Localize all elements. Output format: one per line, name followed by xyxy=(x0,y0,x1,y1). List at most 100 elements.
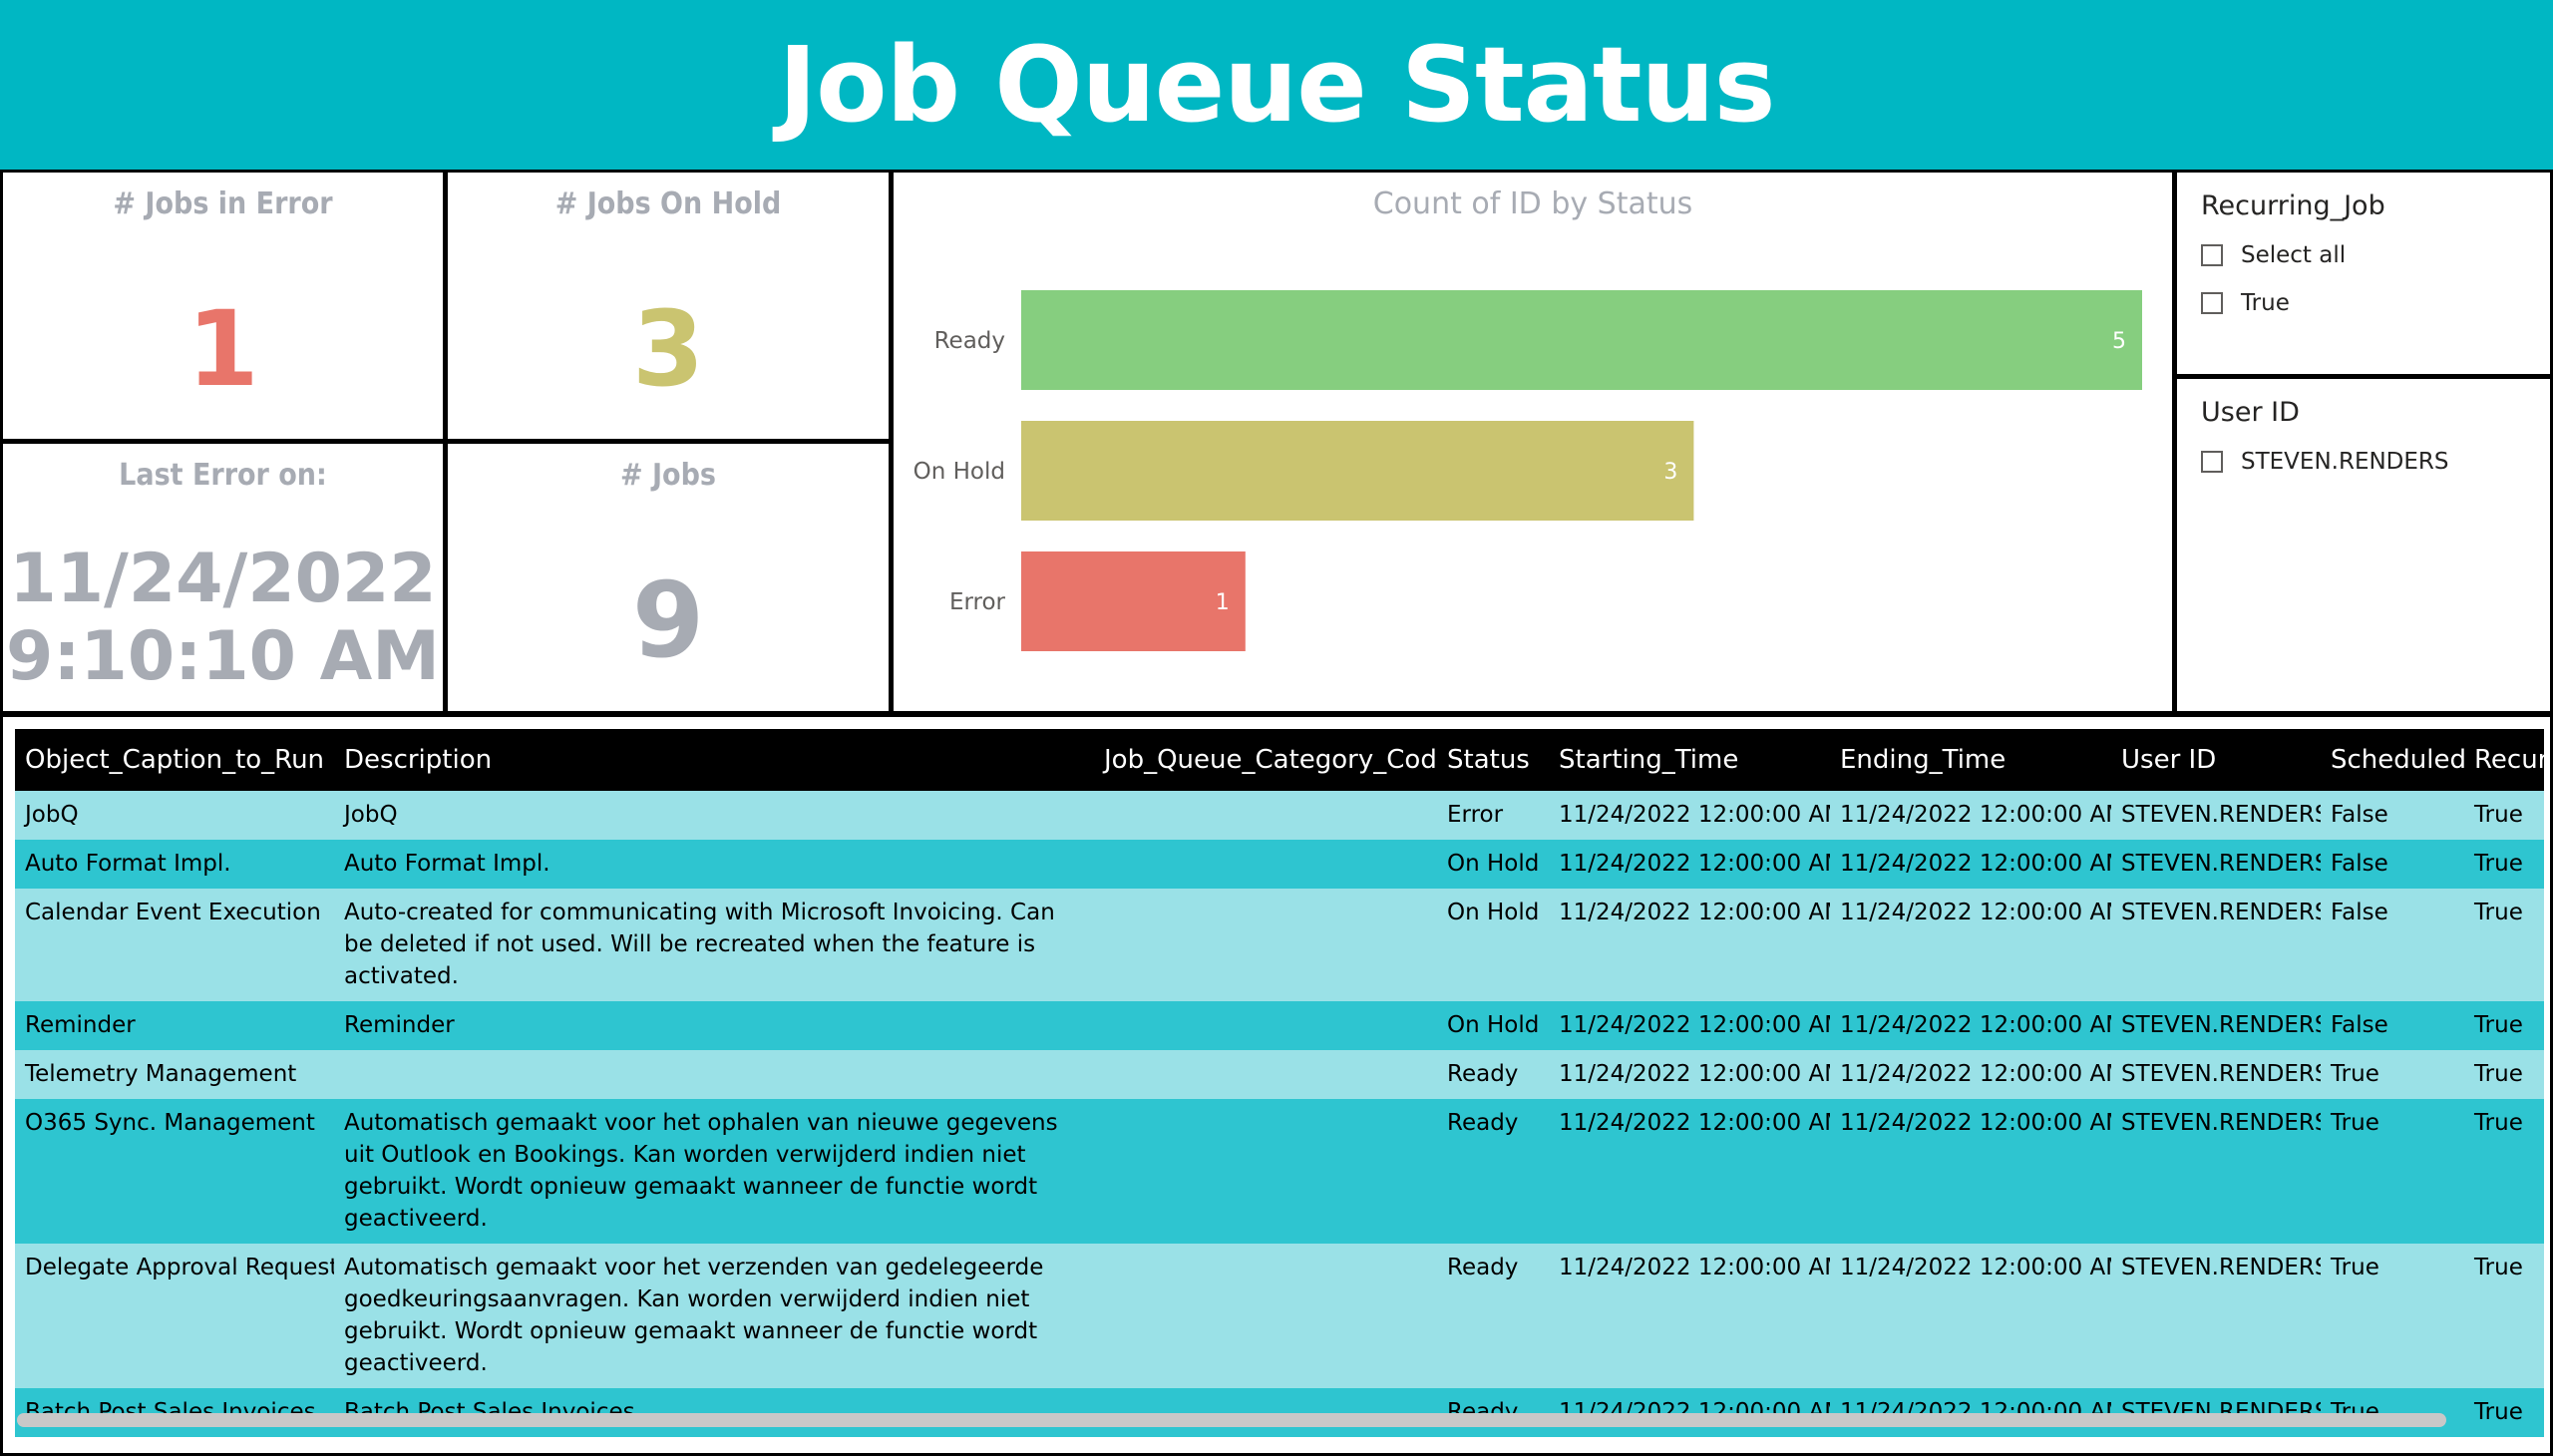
table-cell: True xyxy=(2464,840,2544,889)
table-cell: True xyxy=(2464,1050,2544,1099)
table-cell: True xyxy=(2464,1244,2544,1388)
slicer-option-label: True xyxy=(2241,290,2290,316)
table-cell: False xyxy=(2321,840,2464,889)
table-cell: True xyxy=(2321,1099,2464,1244)
last-error-time: 9:10:10 AM xyxy=(6,617,440,697)
category-label: Error xyxy=(949,589,1006,615)
table-cell: Reminder xyxy=(334,1001,1094,1050)
jobs-total-value: 9 xyxy=(631,559,705,681)
column-header[interactable]: Status xyxy=(1437,729,1549,791)
chart-plot-area: Ready 5 On Hold 3 Error 1 xyxy=(913,290,2142,651)
bar-ready[interactable] xyxy=(1021,290,2142,390)
column-header[interactable]: Ending_Time xyxy=(1830,729,2111,791)
table-cell: Automatisch gemaakt voor het verzenden v… xyxy=(334,1244,1094,1388)
table-cell xyxy=(1094,1099,1437,1244)
table-row[interactable]: Auto Format Impl. Auto Format Impl. On Hol… xyxy=(15,840,2544,889)
jobs-in-error-title: # Jobs in Error xyxy=(113,186,333,221)
table-cell: Auto-created for communicating with Micr… xyxy=(334,889,1094,1001)
column-header[interactable]: Description xyxy=(334,729,1094,791)
slicer-option-true[interactable]: True xyxy=(2201,279,2526,327)
last-error-card[interactable]: Last Error on: 11/24/2022 9:10:10 AM xyxy=(0,441,446,714)
checkbox-icon[interactable] xyxy=(2201,244,2223,266)
table-row[interactable]: Reminder Reminder On Hold 11/24/2022 12:00:… xyxy=(15,1001,2544,1050)
table-cell: True xyxy=(2464,1001,2544,1050)
table-cell: False xyxy=(2321,1001,2464,1050)
horizontal-scrollbar[interactable] xyxy=(17,1413,2446,1427)
recurring-job-slicer[interactable]: Recurring_Job Select all True xyxy=(2174,170,2553,377)
bar-on-hold[interactable] xyxy=(1021,421,1694,521)
table-cell: Delegate Approval Requests xyxy=(15,1244,334,1388)
table-cell: O365 Sync. Management xyxy=(15,1099,334,1244)
table-cell: True xyxy=(2321,1244,2464,1388)
table-cell xyxy=(1094,840,1437,889)
column-header[interactable]: Starting_Time xyxy=(1549,729,1830,791)
checkbox-icon[interactable] xyxy=(2201,292,2223,314)
column-header[interactable]: Scheduled xyxy=(2321,729,2464,791)
column-header[interactable]: Object_Caption_to_Run xyxy=(15,729,334,791)
table-cell: Ready xyxy=(1437,1050,1549,1099)
table-cell: 11/24/2022 12:00:00 AM xyxy=(1830,1001,2111,1050)
column-header[interactable]: Job_Queue_Category_Code xyxy=(1094,729,1437,791)
table-cell: On Hold xyxy=(1437,1001,1549,1050)
bar-error[interactable] xyxy=(1021,551,1246,651)
data-label: 1 xyxy=(1216,590,1230,615)
table-cell: 11/24/2022 12:00:00 AM xyxy=(1830,889,2111,1001)
category-label: Ready xyxy=(934,328,1005,354)
table-cell xyxy=(1094,1050,1437,1099)
jobs-in-error-value: 1 xyxy=(186,288,259,410)
jobs-total-card[interactable]: # Jobs 9 xyxy=(445,441,892,714)
page-header: Job Queue Status xyxy=(0,0,2553,170)
table-cell: True xyxy=(2464,889,2544,1001)
table-cell xyxy=(1094,1244,1437,1388)
table-cell: 11/24/2022 12:00:00 AM xyxy=(1549,791,1830,840)
job-queue-table[interactable]: Object_Caption_to_Run Description Job_Qu… xyxy=(0,714,2553,1456)
table-cell xyxy=(1094,1001,1437,1050)
table-cell: STEVEN.RENDERS xyxy=(2111,840,2321,889)
slicer-option-select-all[interactable]: Select all xyxy=(2201,231,2526,279)
last-error-title: Last Error on: xyxy=(119,458,327,493)
table-cell: Auto Format Impl. xyxy=(334,840,1094,889)
table-cell: Calendar Event Execution xyxy=(15,889,334,1001)
jobs-in-error-card[interactable]: # Jobs in Error 1 xyxy=(0,170,446,442)
table-cell: STEVEN.RENDERS xyxy=(2111,1099,2321,1244)
table-row[interactable]: Delegate Approval Requests Automatisch ge… xyxy=(15,1244,2544,1388)
table-cell: 11/24/2022 12:00:00 AM xyxy=(1549,889,1830,1001)
data-label: 3 xyxy=(1663,460,1677,485)
table-cell: 11/24/2022 12:00:00 AM xyxy=(1549,1244,1830,1388)
table-cell: STEVEN.RENDERS xyxy=(2111,889,2321,1001)
table-row[interactable]: O365 Sync. Management Automatisch gemaakt… xyxy=(15,1099,2544,1244)
table-cell: 11/24/2022 12:00:00 AM xyxy=(1830,1050,2111,1099)
table-cell: 11/24/2022 12:00:00 AM xyxy=(1830,1099,2111,1244)
user-id-slicer[interactable]: User ID STEVEN.RENDERS xyxy=(2174,376,2553,714)
table-cell: 11/24/2022 12:00:00 AM xyxy=(1549,1050,1830,1099)
table-cell: Automatisch gemaakt voor het ophalen van… xyxy=(334,1099,1094,1244)
table-cell: 11/24/2022 12:00:00 AM xyxy=(1830,840,2111,889)
table-cell: STEVEN.RENDERS xyxy=(2111,1001,2321,1050)
table-cell: On Hold xyxy=(1437,840,1549,889)
table-row[interactable]: Telemetry Management Ready 11/24/2022 12:0… xyxy=(15,1050,2544,1099)
table-cell: Telemetry Management xyxy=(15,1050,334,1099)
job-queue-grid[interactable]: Object_Caption_to_Run Description Job_Qu… xyxy=(15,729,2544,1437)
table-row[interactable]: Calendar Event Execution Auto-created for… xyxy=(15,889,2544,1001)
table-cell: True xyxy=(2321,1050,2464,1099)
table-cell: JobQ xyxy=(334,791,1094,840)
table-cell: STEVEN.RENDERS xyxy=(2111,1244,2321,1388)
column-header[interactable]: Recurring_Job xyxy=(2464,729,2544,791)
slicer-option-steven-renders[interactable]: STEVEN.RENDERS xyxy=(2201,438,2526,486)
status-bar-chart[interactable]: Count of ID by Status Ready 5 On Hold 3 Erro… xyxy=(891,170,2175,714)
table-cell: Reminder xyxy=(15,1001,334,1050)
jobs-on-hold-value: 3 xyxy=(631,288,705,410)
table-cell: 11/24/2022 12:00:00 AM xyxy=(1830,791,2111,840)
table-cell xyxy=(1094,889,1437,1001)
table-header-row: Object_Caption_to_Run Description Job_Qu… xyxy=(15,729,2544,791)
jobs-on-hold-card[interactable]: # Jobs On Hold 3 xyxy=(445,170,892,442)
checkbox-icon[interactable] xyxy=(2201,451,2223,473)
table-cell xyxy=(1094,791,1437,840)
table-cell: 11/24/2022 12:00:00 AM xyxy=(1549,1099,1830,1244)
table-row[interactable]: JobQ JobQ Error 11/24/2022 12:00:00 AM 11/24… xyxy=(15,791,2544,840)
table-cell: 11/24/2022 12:00:00 AM xyxy=(1830,1244,2111,1388)
column-header[interactable]: User ID xyxy=(2111,729,2321,791)
data-label: 5 xyxy=(2112,329,2126,354)
table-cell: False xyxy=(2321,791,2464,840)
table-cell: On Hold xyxy=(1437,889,1549,1001)
